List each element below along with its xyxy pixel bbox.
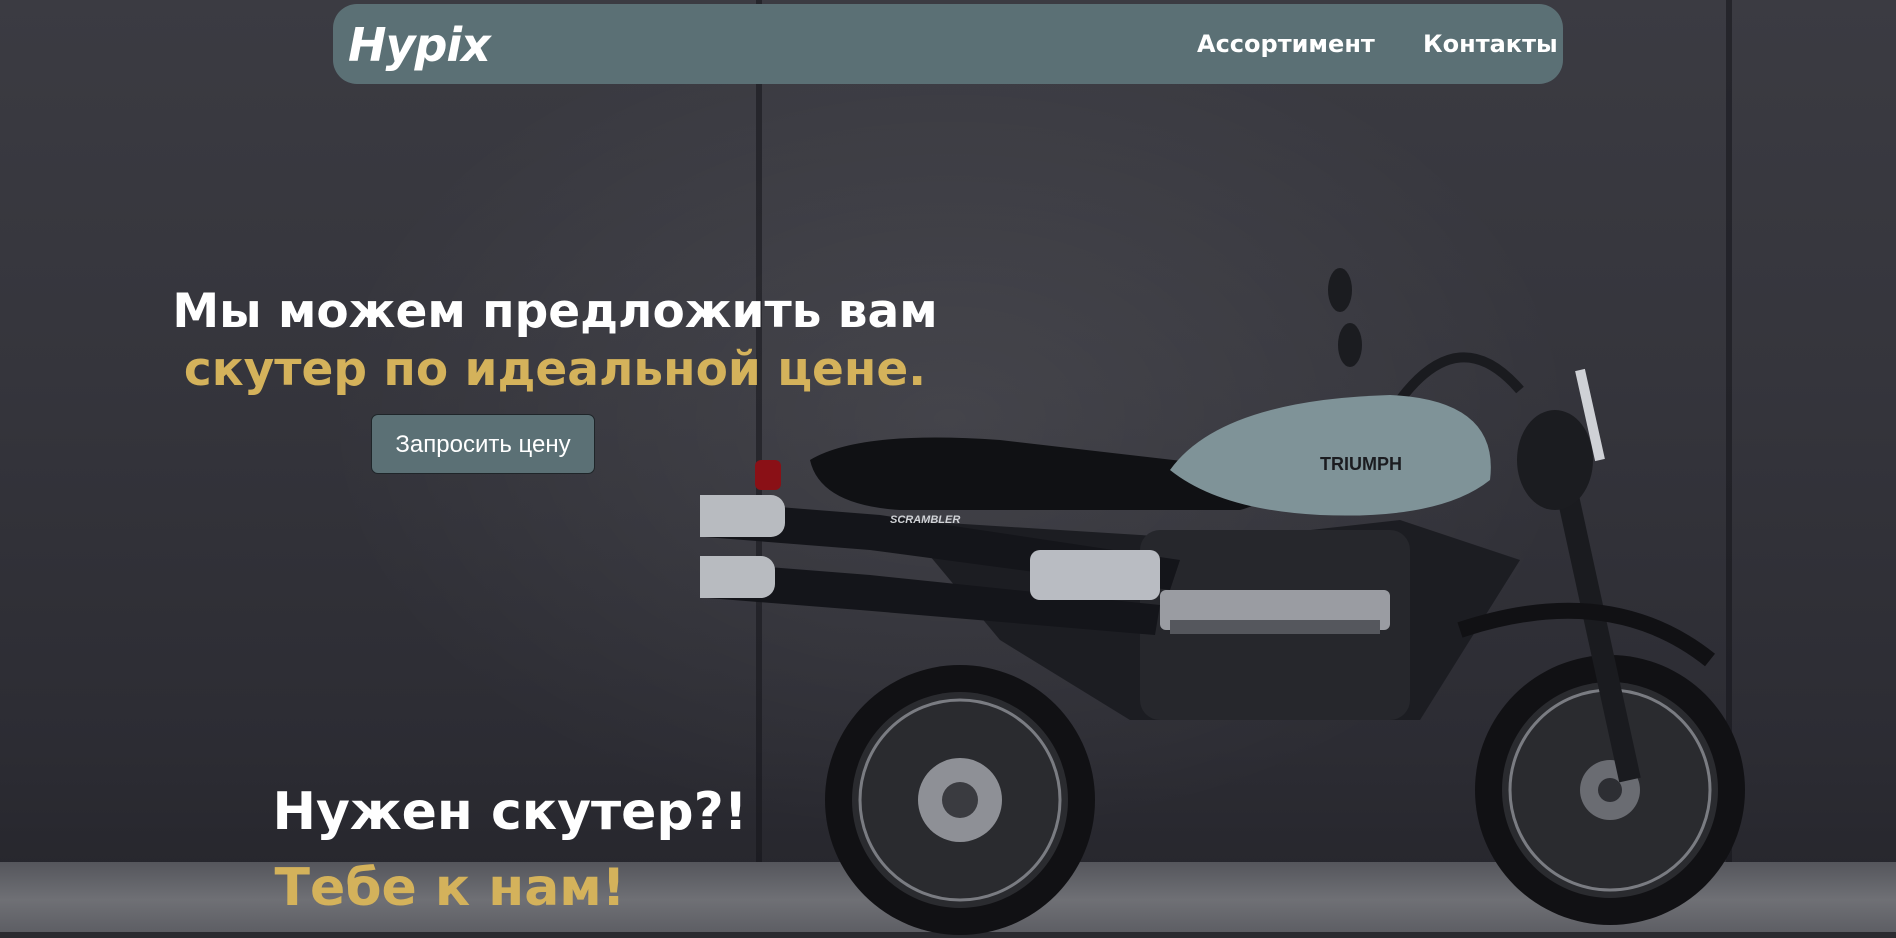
bike-brand: TRIUMPH <box>1320 454 1402 474</box>
request-price-button[interactable]: Запросить цену <box>371 414 595 474</box>
hero-headline: Мы можем предложить вам <box>172 284 938 339</box>
hero-headline-accent: скутер по идеальной цене. <box>183 342 927 397</box>
nav-link-assortment[interactable]: Ассортимент <box>1197 30 1375 58</box>
bottom-headline-accent: Тебе к нам! <box>274 858 626 918</box>
navbar: Hypix Ассортимент Контакты <box>333 4 1563 84</box>
bike-model: SCRAMBLER <box>890 514 960 526</box>
site-logo[interactable]: Hypix <box>348 18 491 72</box>
bottom-headline: Нужен скутер?! <box>272 782 748 842</box>
nav-link-contacts[interactable]: Контакты <box>1423 30 1558 58</box>
